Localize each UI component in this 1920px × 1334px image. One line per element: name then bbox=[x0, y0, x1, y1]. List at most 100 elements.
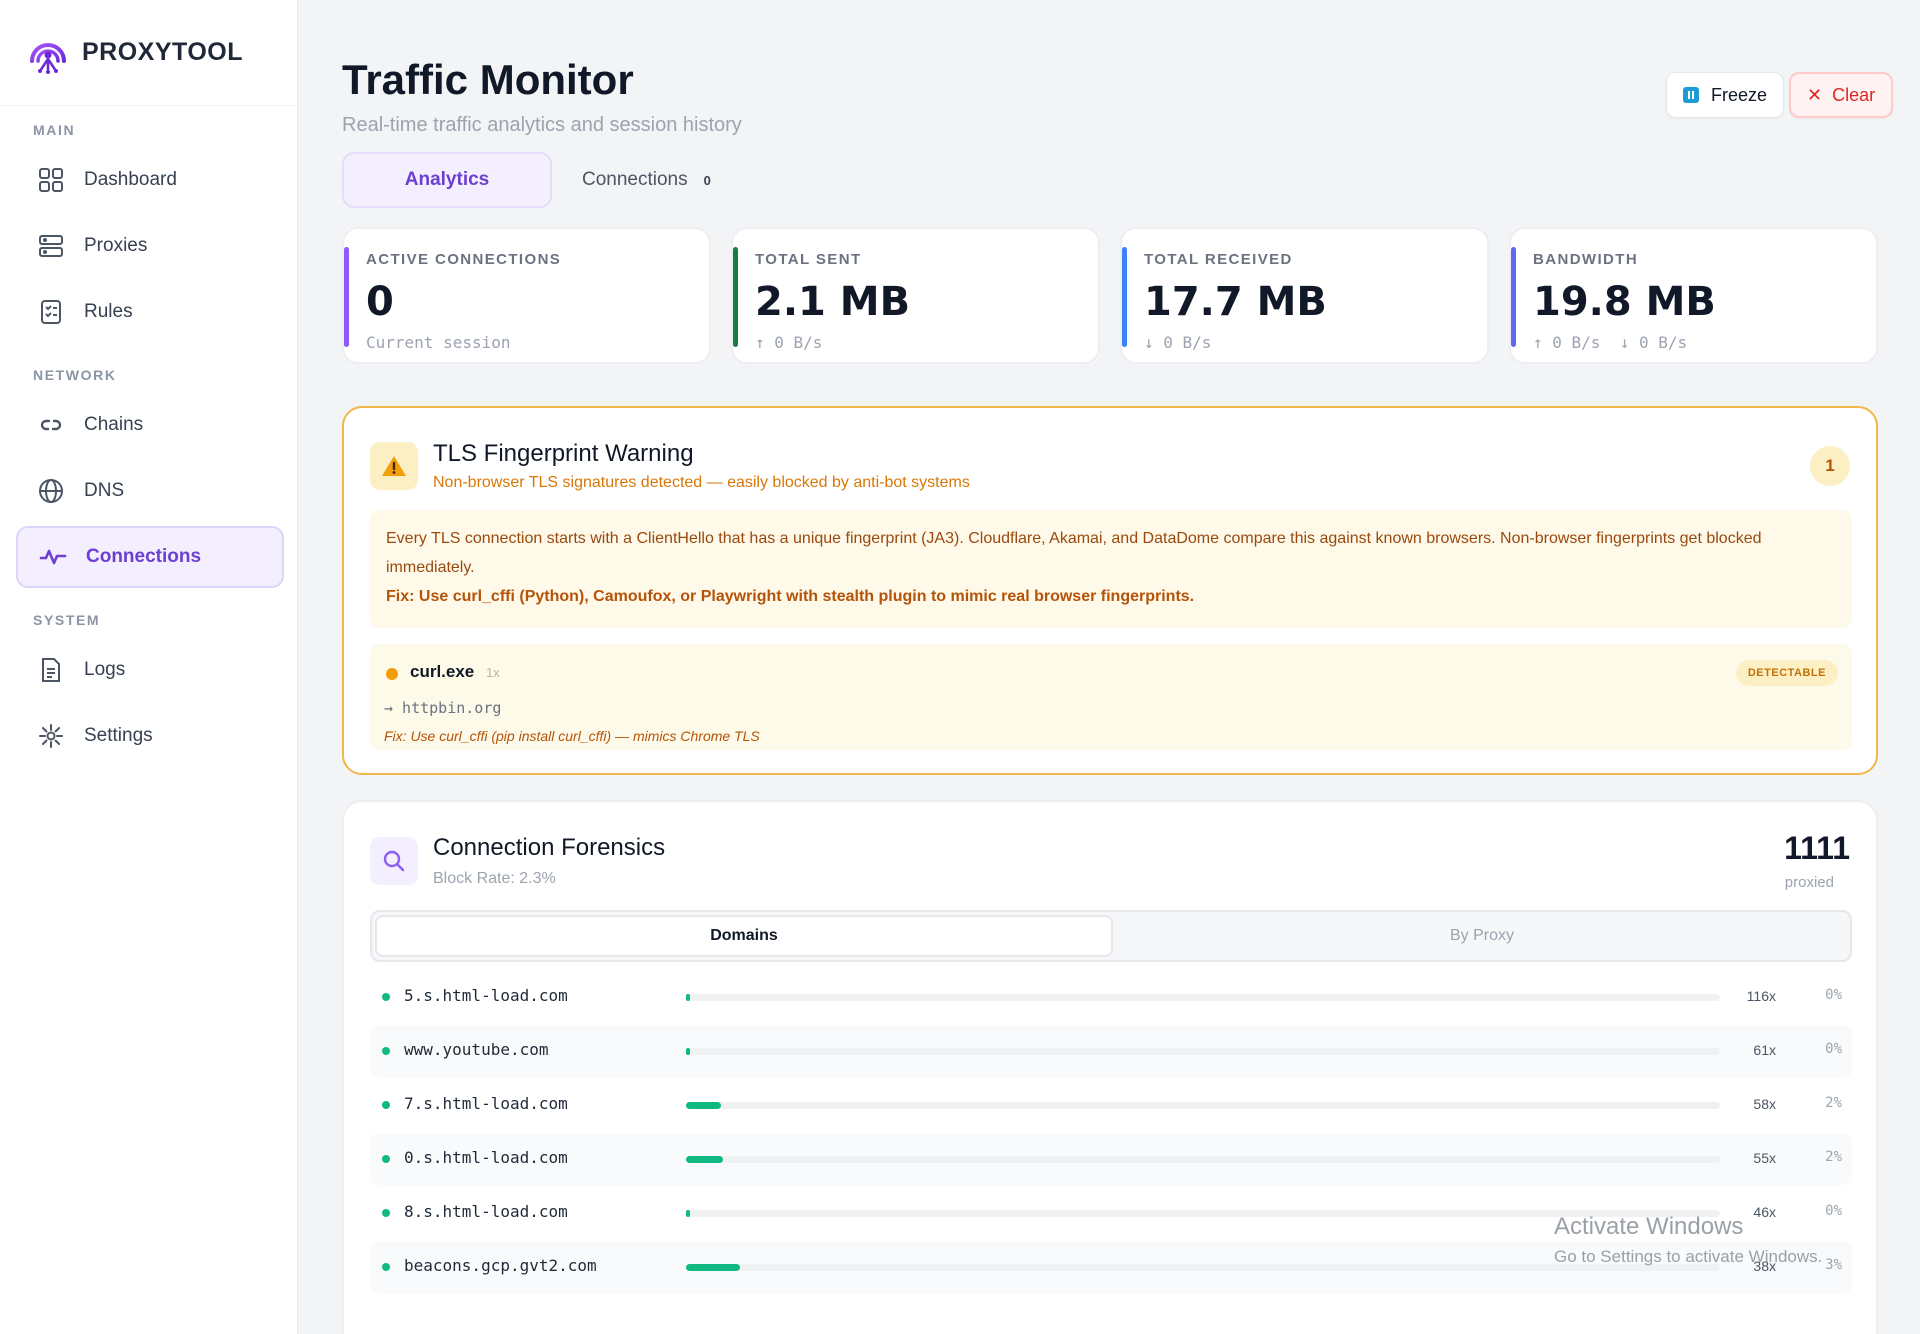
sidebar-item-dashboard[interactable]: Dashboard bbox=[16, 149, 284, 211]
sidebar-item-dns[interactable]: DNS bbox=[16, 460, 284, 522]
process-fix: Fix: Use curl_cffi (pip install curl_cff… bbox=[384, 728, 760, 744]
domain-block-pct: 0% bbox=[1825, 987, 1842, 1003]
sidebar-item-label: Settings bbox=[84, 725, 153, 746]
stats-row: ACTIVE CONNECTIONS 0 Current session TOT… bbox=[342, 227, 1878, 364]
activity-icon bbox=[38, 542, 68, 572]
detectable-badge: DETECTABLE bbox=[1735, 660, 1838, 686]
domain-row[interactable]: 5.s.html-load.com 116x 0% bbox=[370, 971, 1852, 1023]
proxied-count: 1111 bbox=[1784, 830, 1850, 866]
sidebar-item-label: Chains bbox=[84, 414, 144, 435]
status-dot bbox=[382, 1155, 390, 1163]
sidebar-item-label: Proxies bbox=[84, 235, 148, 256]
tabs: Analytics Connections 0 bbox=[342, 152, 741, 208]
forensics-segmented-control: Domains By Proxy bbox=[370, 910, 1852, 962]
domain-name: beacons.gcp.gvt2.com bbox=[404, 1256, 597, 1275]
watermark-subtitle: Go to Settings to activate Windows. bbox=[1554, 1247, 1823, 1266]
search-icon bbox=[370, 837, 418, 885]
domain-name: 7.s.html-load.com bbox=[404, 1094, 568, 1113]
pause-icon bbox=[1683, 87, 1699, 103]
sidebar-item-proxies[interactable]: Proxies bbox=[16, 215, 284, 277]
stat-accent-bar bbox=[344, 247, 349, 347]
tab-analytics[interactable]: Analytics bbox=[342, 152, 552, 208]
domain-name: www.youtube.com bbox=[404, 1040, 549, 1059]
stat-value: 2.1 MB bbox=[755, 279, 911, 325]
clear-button[interactable]: ✕ Clear bbox=[1789, 72, 1894, 118]
tls-info-box: Every TLS connection starts with a Clien… bbox=[370, 510, 1852, 628]
stat-label: BANDWIDTH bbox=[1533, 251, 1639, 268]
domain-name: 0.s.html-load.com bbox=[404, 1148, 568, 1167]
sidebar-item-rules[interactable]: Rules bbox=[16, 281, 284, 343]
tls-count-badge: 1 bbox=[1810, 446, 1850, 486]
freeze-button[interactable]: Freeze bbox=[1666, 72, 1785, 118]
forensics-subtitle: Block Rate: 2.3% bbox=[433, 870, 556, 887]
stat-value: 0 bbox=[366, 279, 394, 325]
gear-icon bbox=[36, 721, 66, 751]
tls-info-text: Every TLS connection starts with a Clien… bbox=[386, 530, 1762, 576]
server-icon bbox=[36, 231, 66, 261]
windows-activation-watermark: Activate Windows Go to Settings to activ… bbox=[1554, 1213, 1822, 1267]
status-dot bbox=[382, 1047, 390, 1055]
domain-block-pct: 2% bbox=[1825, 1149, 1842, 1165]
stat-value: 19.8 MB bbox=[1533, 279, 1716, 325]
domain-hits: 55x bbox=[1753, 1150, 1776, 1166]
tls-subtitle: Non-browser TLS signatures detected — ea… bbox=[433, 474, 970, 491]
status-dot bbox=[382, 1209, 390, 1217]
domain-bar-fill bbox=[686, 1210, 690, 1217]
page-subtitle: Real-time traffic analytics and session … bbox=[342, 114, 742, 136]
domain-row[interactable]: 0.s.html-load.com 55x 2% bbox=[370, 1133, 1852, 1185]
close-icon: ✕ bbox=[1807, 84, 1823, 105]
domain-block-pct: 0% bbox=[1825, 1203, 1842, 1219]
sidebar-item-label: Dashboard bbox=[84, 169, 177, 190]
stat-value: 17.7 MB bbox=[1144, 279, 1327, 325]
sidebar-item-logs[interactable]: Logs bbox=[16, 639, 284, 701]
globe-icon bbox=[36, 476, 66, 506]
stat-sub: ↑ 0 B/s ↓ 0 B/s bbox=[1533, 333, 1688, 352]
domain-row[interactable]: www.youtube.com 61x 0% bbox=[370, 1025, 1852, 1077]
sidebar-item-connections[interactable]: Connections bbox=[16, 526, 284, 588]
stat-label: ACTIVE CONNECTIONS bbox=[366, 251, 562, 268]
stat-label: TOTAL SENT bbox=[755, 251, 862, 268]
nav-section-main: MAIN bbox=[33, 122, 76, 138]
link-icon bbox=[36, 410, 66, 440]
tab-by-proxy[interactable]: By Proxy bbox=[1113, 915, 1851, 957]
sidebar-item-label: Rules bbox=[84, 301, 133, 322]
status-dot bbox=[386, 668, 398, 680]
sidebar-item-label: Connections bbox=[86, 546, 202, 567]
tls-detected-item[interactable]: curl.exe 1x → httpbin.org Fix: Use curl_… bbox=[370, 644, 1852, 750]
clear-label: Clear bbox=[1832, 84, 1876, 105]
process-count: 1x bbox=[486, 665, 500, 680]
connections-count-badge: 0 bbox=[703, 172, 711, 188]
domain-bar-track bbox=[686, 994, 1720, 1001]
domain-block-pct: 0% bbox=[1825, 1041, 1842, 1057]
domain-block-pct: 3% bbox=[1825, 1257, 1842, 1273]
stat-accent-bar bbox=[733, 247, 738, 347]
status-dot bbox=[382, 993, 390, 1001]
domain-name: 5.s.html-load.com bbox=[404, 986, 568, 1005]
stat-sub: Current session bbox=[366, 333, 511, 352]
nav-section-system: SYSTEM bbox=[33, 612, 101, 628]
brand[interactable]: PROXYTOOL bbox=[0, 0, 297, 106]
status-dot bbox=[382, 1101, 390, 1109]
domain-name: 8.s.html-load.com bbox=[404, 1202, 568, 1221]
brand-name: PROXYTOOL bbox=[82, 38, 244, 66]
sidebar-item-chains[interactable]: Chains bbox=[16, 394, 284, 456]
watermark-title: Activate Windows bbox=[1554, 1213, 1744, 1240]
tls-fix-text: Fix: Use curl_cffi (Python), Camoufox, o… bbox=[386, 588, 1195, 605]
domain-bar-track bbox=[686, 1156, 1720, 1163]
stat-label: TOTAL RECEIVED bbox=[1144, 251, 1293, 268]
freeze-label: Freeze bbox=[1711, 84, 1768, 105]
nav-section-network: NETWORK bbox=[33, 367, 117, 383]
stat-card-active-connections: ACTIVE CONNECTIONS 0 Current session bbox=[342, 227, 711, 364]
domain-hits: 58x bbox=[1753, 1096, 1776, 1112]
domain-row[interactable]: 7.s.html-load.com 58x 2% bbox=[370, 1079, 1852, 1131]
stat-accent-bar bbox=[1122, 247, 1127, 347]
tab-connections[interactable]: Connections 0 bbox=[552, 152, 741, 208]
domain-bar-track bbox=[686, 1102, 1720, 1109]
domain-hits: 116x bbox=[1746, 988, 1776, 1004]
stat-sub: ↑ 0 B/s bbox=[755, 333, 823, 352]
warning-icon bbox=[370, 442, 418, 490]
tab-domains[interactable]: Domains bbox=[375, 915, 1113, 957]
stat-card-total-received: TOTAL RECEIVED 17.7 MB ↓ 0 B/s bbox=[1120, 227, 1489, 364]
proxytool-logo-icon bbox=[30, 42, 66, 74]
sidebar-item-settings[interactable]: Settings bbox=[16, 705, 284, 767]
